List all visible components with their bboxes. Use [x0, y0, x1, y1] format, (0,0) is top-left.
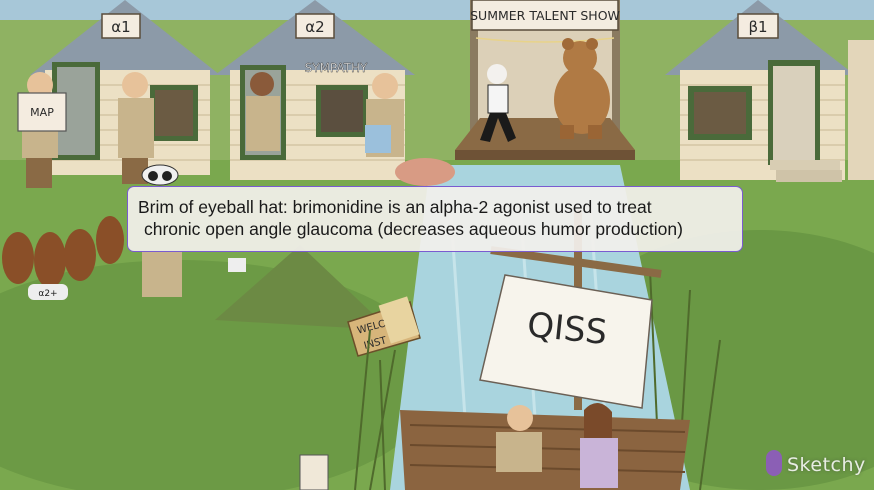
- caption-line-1: Brim of eyeball hat: brimonidine is an a…: [138, 197, 652, 217]
- caption-line-2: chronic open angle glaucoma (decreases a…: [144, 219, 683, 239]
- illustration-scene: α1 α2 SYMPATHY SUMMER TALENT SHOW β1 MAP…: [0, 0, 874, 490]
- price-stake-sign: [299, 454, 329, 490]
- cabin-alpha1-sign: α1: [111, 18, 130, 36]
- dog-tag-label: α2+: [38, 289, 57, 299]
- sketchy-watermark: Sketchy: [766, 448, 866, 482]
- watermark-text: Sketchy: [787, 454, 866, 476]
- map-sign: MAP: [30, 106, 54, 119]
- pig: [395, 158, 455, 186]
- caption-box: Brim of eyeball hat: brimonidine is an a…: [127, 186, 743, 252]
- sympathy-sign: SYMPATHY: [305, 61, 368, 75]
- sail-label: QISS: [525, 305, 609, 353]
- lantern: [228, 258, 246, 272]
- cabin-alpha2-sign: α2: [305, 18, 324, 36]
- raft: [400, 410, 690, 490]
- talent-show-sign: SUMMER TALENT SHOW: [470, 8, 620, 23]
- cabin-beta1-sign: β1: [748, 18, 767, 36]
